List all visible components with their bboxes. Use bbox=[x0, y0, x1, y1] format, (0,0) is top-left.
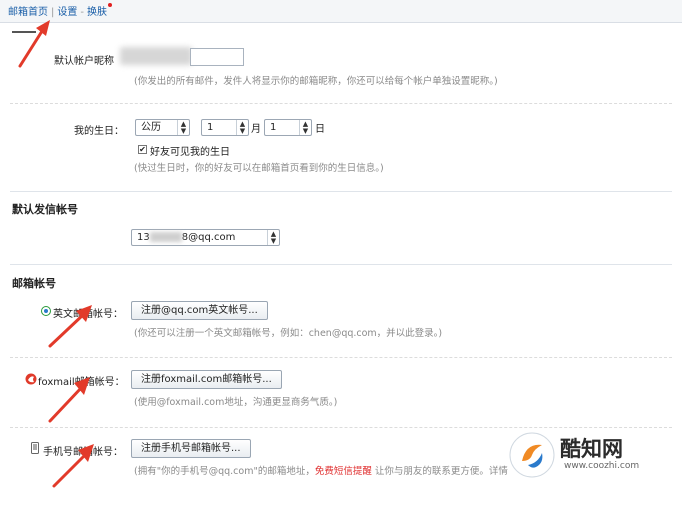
calendar-value: 公历 bbox=[141, 122, 161, 133]
register-english-account-button[interactable]: 注册@qq.com英文帐号... bbox=[131, 301, 268, 320]
mobile-phone-icon bbox=[31, 442, 39, 454]
coozhi-logo-icon bbox=[509, 432, 555, 478]
mobile-hint-text-end: 让你与朋友的联系更方便。详情 bbox=[371, 466, 508, 477]
divider bbox=[10, 103, 672, 104]
watermark-name: 酷知网 bbox=[560, 437, 623, 461]
notification-dot bbox=[107, 3, 112, 7]
birthday-visible-label: 好友可见我的生日 bbox=[150, 147, 230, 158]
account-prefix: 13 bbox=[137, 232, 150, 243]
foxmail-account-hint: (使用@foxmail.com地址，沟通更显商务气质。) bbox=[134, 397, 338, 408]
birthday-visible-checkbox[interactable]: ✔ bbox=[138, 145, 147, 154]
day-unit: 日 bbox=[315, 124, 325, 135]
mailbox-home-link[interactable]: 邮箱首页 bbox=[8, 7, 48, 18]
birthday-hint: (快过生日时，你的好友可以在邮箱首页看到你的生日信息。) bbox=[134, 163, 384, 174]
divider bbox=[10, 264, 672, 265]
birthday-label: 我的生日： bbox=[74, 126, 124, 137]
day-select[interactable]: 1 ▲ ▼ bbox=[264, 119, 312, 136]
month-unit: 月 bbox=[251, 124, 261, 135]
top-bar: 邮箱首页 | 设置 - 换肤 bbox=[0, 0, 682, 23]
top-nav: 邮箱首页 | 设置 - 换肤 bbox=[8, 3, 112, 18]
select-arrow-icon: ▲ ▼ bbox=[177, 120, 189, 135]
coozhi-watermark: 酷知网 www.coozhi.com bbox=[508, 425, 670, 483]
redacted-account bbox=[149, 232, 182, 242]
settings-link[interactable]: 设置 bbox=[57, 7, 77, 18]
nickname-label: 默认帐户昵称 bbox=[54, 56, 114, 67]
watermark-url: www.coozhi.com bbox=[564, 461, 640, 471]
divider bbox=[10, 191, 672, 192]
foxmail-logo-icon bbox=[25, 373, 37, 385]
nav-separator: | bbox=[51, 7, 55, 18]
register-foxmail-account-button[interactable]: 注册foxmail.com邮箱帐号... bbox=[131, 370, 282, 389]
annotation-arrow-icon bbox=[48, 377, 90, 423]
english-account-hint: (你还可以注册一个英文邮箱帐号，例如：chen@qq.com，并以此登录。) bbox=[134, 328, 443, 339]
month-value: 1 bbox=[207, 122, 214, 133]
nickname-hint: (你发出的所有邮件，发件人将显示你的邮箱昵称，你还可以给每个帐户单独设置昵称。) bbox=[134, 76, 498, 87]
nickname-input[interactable] bbox=[190, 48, 244, 66]
account-suffix: 8@qq.com bbox=[181, 232, 236, 243]
divider bbox=[10, 357, 672, 358]
default-sender-select[interactable]: 13 8@qq.com ▲ ▼ bbox=[131, 229, 280, 246]
select-arrow-icon: ▲ ▼ bbox=[299, 120, 311, 135]
day-value: 1 bbox=[270, 122, 277, 133]
calendar-select[interactable]: 公历 ▲ ▼ bbox=[135, 119, 190, 136]
mobile-account-hint: (拥有"你的手机号@qq.com"的邮箱地址，免费短信提醒 让你与朋友的联系更方… bbox=[134, 463, 508, 477]
mailbox-accounts-title: 邮箱帐号 bbox=[12, 277, 56, 290]
annotation-arrow-icon bbox=[48, 305, 92, 348]
redacted-nickname bbox=[120, 47, 192, 65]
free-sms-link[interactable]: 免费短信提醒 bbox=[315, 466, 372, 477]
annotation-arrow-icon bbox=[52, 444, 94, 488]
month-select[interactable]: 1 ▲ ▼ bbox=[201, 119, 249, 136]
default-sender-title: 默认发信帐号 bbox=[12, 203, 78, 216]
select-arrow-icon: ▲ ▼ bbox=[267, 230, 279, 245]
register-mobile-account-button[interactable]: 注册手机号邮箱帐号... bbox=[131, 439, 251, 458]
nav-dash: - bbox=[80, 7, 84, 18]
annotation-arrow-icon bbox=[18, 20, 50, 68]
select-arrow-icon: ▲ ▼ bbox=[236, 120, 248, 135]
mobile-hint-text: (拥有"你的手机号@qq.com"的邮箱地址， bbox=[134, 466, 315, 477]
skin-link[interactable]: 换肤 bbox=[87, 7, 107, 18]
